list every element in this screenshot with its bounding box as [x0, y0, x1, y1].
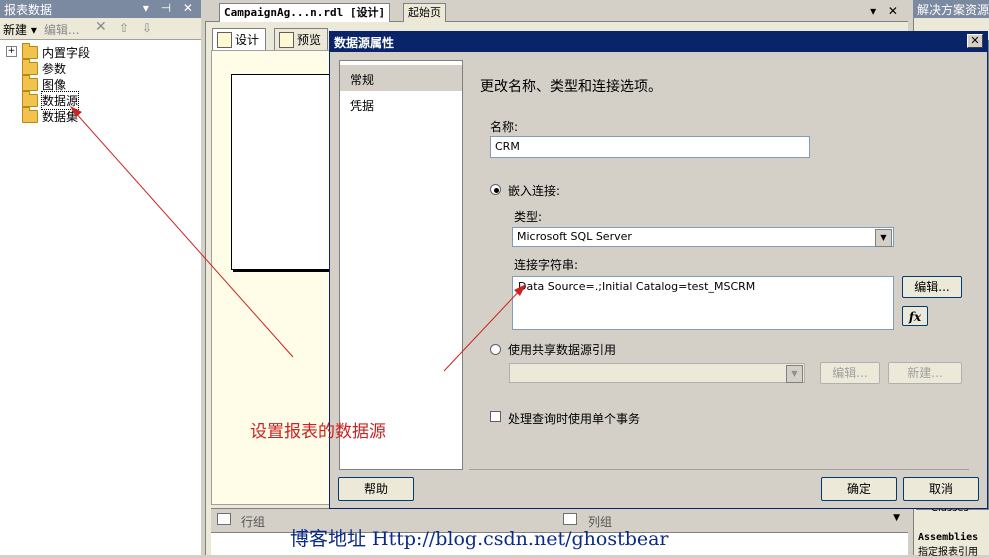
arrow-to-datasource [70, 106, 294, 358]
annotation-arrows [70, 106, 526, 372]
annotation-caption: 设置报表的数据源 [250, 422, 386, 442]
arrow-to-connection-string [443, 284, 526, 372]
blog-watermark: 博客地址 Http://blog.csdn.net/ghostbear [290, 528, 669, 550]
